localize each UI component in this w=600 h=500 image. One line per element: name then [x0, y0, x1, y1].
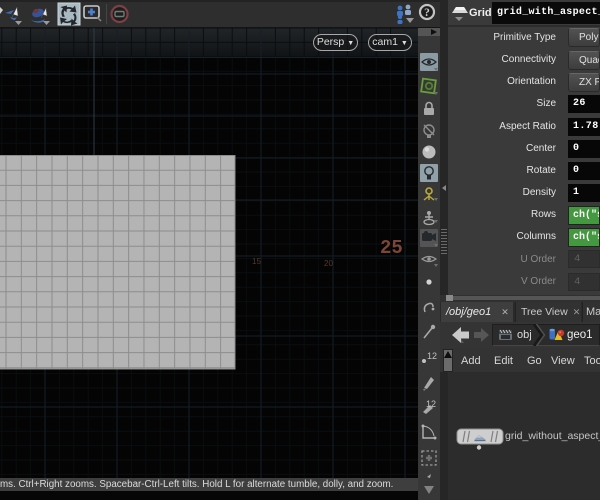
svg-text:12: 12 — [427, 351, 437, 361]
svg-text:12: 12 — [426, 399, 436, 409]
svg-text:?: ? — [424, 7, 430, 19]
